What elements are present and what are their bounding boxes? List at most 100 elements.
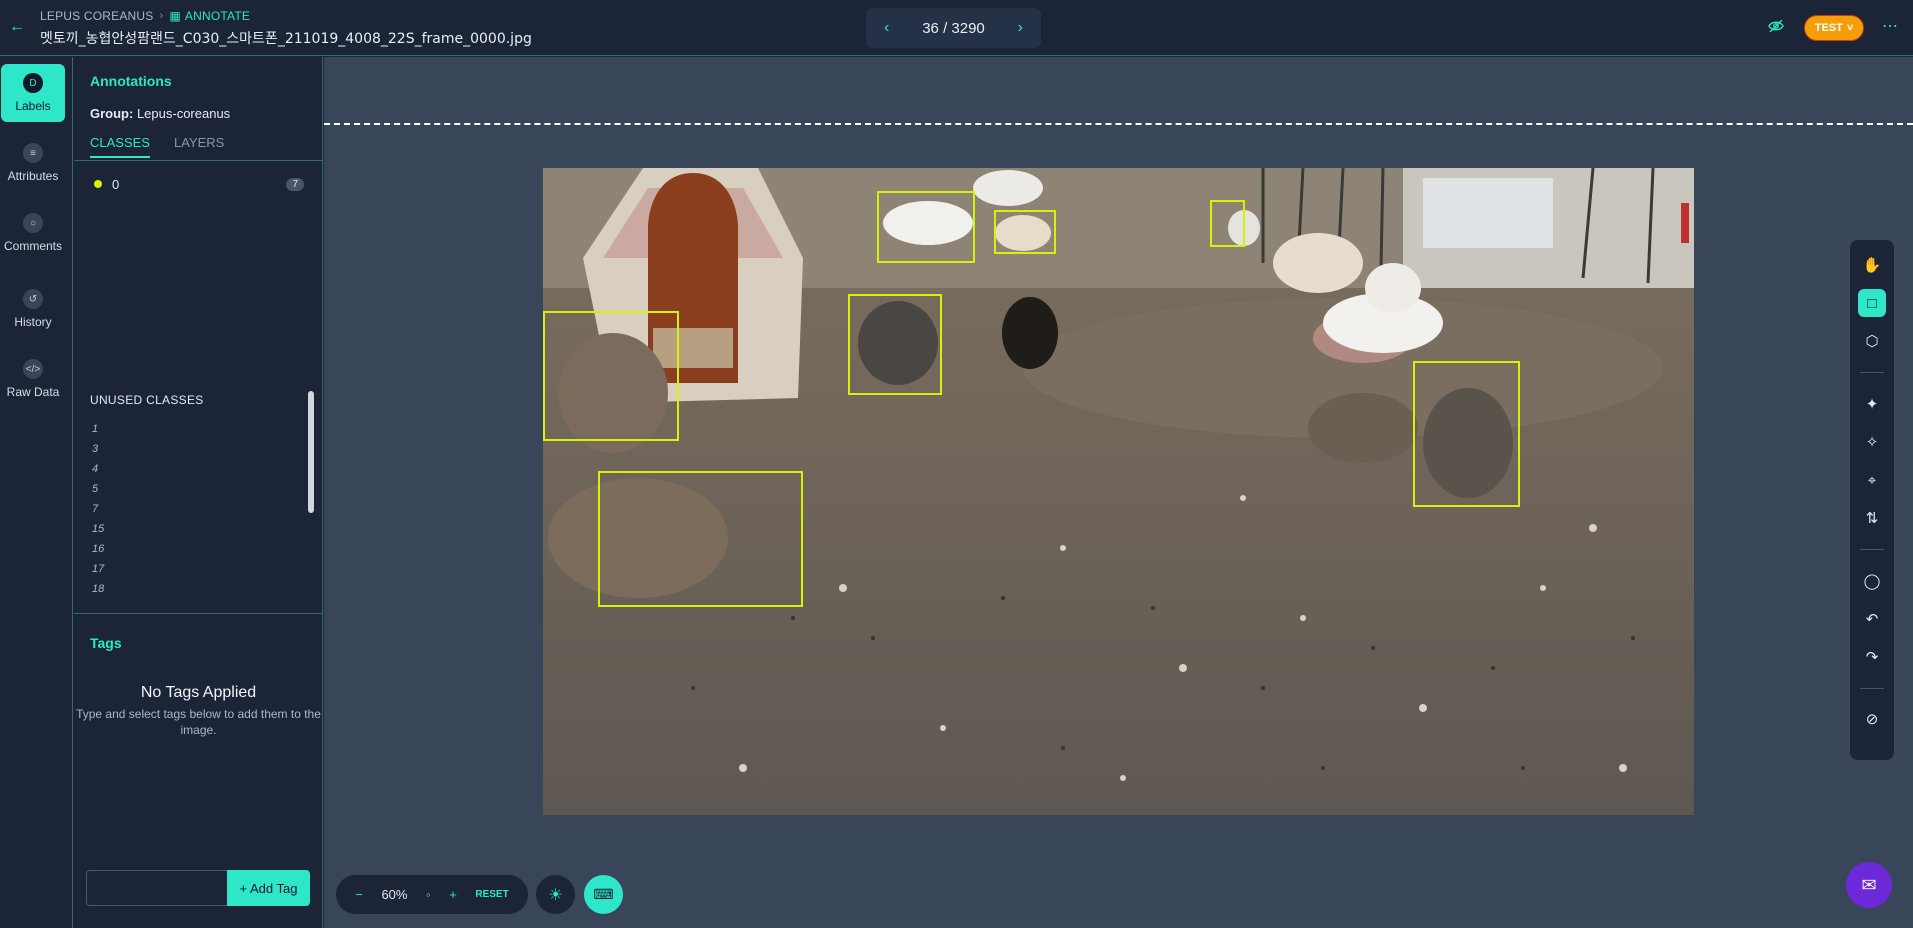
unused-class-item[interactable]: 16 bbox=[92, 539, 252, 559]
tag-input[interactable] bbox=[86, 870, 228, 906]
section-divider bbox=[74, 613, 323, 614]
unused-class-item[interactable]: 18 bbox=[92, 579, 252, 599]
bounding-box-icon[interactable]: □ bbox=[1858, 289, 1886, 317]
unused-classes-list: 1 3 4 5 7 15 16 17 18 bbox=[92, 419, 252, 599]
unused-class-item[interactable]: 7 bbox=[92, 499, 252, 519]
bounding-box[interactable] bbox=[994, 210, 1056, 254]
chevron-right-icon: › bbox=[159, 10, 164, 22]
rail-item-history[interactable]: ↺ History bbox=[0, 280, 66, 338]
class-item-0[interactable]: 0 7 bbox=[94, 175, 304, 193]
next-image-icon[interactable]: › bbox=[1018, 19, 1023, 37]
rail-item-comments[interactable]: ○ Comments bbox=[0, 204, 66, 262]
labels-icon: D bbox=[23, 73, 43, 93]
previous-image-icon[interactable]: ‹ bbox=[884, 19, 889, 37]
add-tag-button[interactable]: + Add Tag bbox=[227, 870, 310, 906]
panel-tabs: CLASSES LAYERS bbox=[90, 135, 224, 158]
left-nav-rail: D Labels ≡ Attributes ○ Comments ↺ Histo… bbox=[0, 57, 73, 928]
rail-item-label: Attributes bbox=[7, 169, 59, 183]
unused-class-item[interactable]: 1 bbox=[92, 419, 252, 439]
keypoint-icon[interactable]: ⌖ bbox=[1858, 466, 1886, 494]
tab-classes[interactable]: CLASSES bbox=[90, 135, 150, 158]
breadcrumb-project[interactable]: LEPUS COREANUS bbox=[40, 9, 154, 23]
rail-item-raw-data[interactable]: </> Raw Data bbox=[0, 350, 66, 408]
tags-title: Tags bbox=[90, 635, 122, 651]
unused-class-item[interactable]: 4 bbox=[92, 459, 252, 479]
tabs-divider bbox=[74, 160, 323, 161]
unused-class-item[interactable]: 3 bbox=[92, 439, 252, 459]
group-value: Lepus-coreanus bbox=[136, 106, 231, 121]
tool-palette: ✋ □ ⬡ ✦ ✧ ⌖ ⇅ ◯ ↶ ↷ ⊘ bbox=[1850, 240, 1894, 760]
bounding-box[interactable] bbox=[598, 471, 803, 607]
eye-off-icon[interactable] bbox=[1768, 18, 1784, 38]
no-tags-heading: No Tags Applied bbox=[140, 684, 257, 701]
rail-item-labels[interactable]: D Labels bbox=[1, 64, 65, 122]
zoom-level: 60% bbox=[381, 887, 408, 902]
bounding-box[interactable] bbox=[877, 191, 975, 263]
back-arrow-icon[interactable]: ← bbox=[8, 18, 26, 36]
magic-wand-icon[interactable]: ✧ bbox=[1858, 428, 1886, 456]
group-info: Group: Lepus-coreanus bbox=[90, 106, 230, 121]
pager-count: 36 / 3290 bbox=[922, 19, 985, 37]
annotations-panel: Annotations Group: Lepus-coreanus CLASSE… bbox=[74, 57, 323, 928]
class-count-badge: 7 bbox=[286, 177, 304, 191]
rail-item-attributes[interactable]: ≡ Attributes bbox=[0, 134, 66, 192]
undo-icon[interactable]: ↶ bbox=[1858, 605, 1886, 633]
chat-support-icon[interactable]: ✉ bbox=[1846, 862, 1892, 908]
unused-class-item[interactable]: 17 bbox=[92, 559, 252, 579]
pan-hand-icon[interactable]: ✋ bbox=[1858, 251, 1886, 279]
swap-icon[interactable]: ⇅ bbox=[1858, 504, 1886, 532]
tab-layers[interactable]: LAYERS bbox=[174, 135, 224, 158]
annotation-canvas[interactable] bbox=[324, 57, 1913, 928]
no-tags-message: No Tags Applied Type and select tags bel… bbox=[74, 684, 323, 738]
user-badge-label: TEST bbox=[1814, 22, 1843, 34]
lock-icon[interactable]: ◦ bbox=[426, 887, 431, 902]
toolbar-divider bbox=[1860, 688, 1884, 689]
redo-icon[interactable]: ↷ bbox=[1858, 643, 1886, 671]
zoom-in-icon[interactable]: + bbox=[449, 887, 457, 902]
bounding-box[interactable] bbox=[1210, 200, 1245, 247]
group-label: Group: bbox=[90, 106, 134, 121]
unused-class-item[interactable]: 5 bbox=[92, 479, 252, 499]
more-options-icon[interactable]: ⋯ bbox=[1882, 16, 1898, 36]
user-badge-button[interactable]: TEST ˅ bbox=[1804, 15, 1864, 41]
bounding-box[interactable] bbox=[1413, 361, 1520, 507]
comments-icon: ○ bbox=[23, 213, 43, 233]
rail-item-label: Comments bbox=[3, 239, 62, 253]
panel-scrollbar[interactable] bbox=[308, 391, 314, 513]
rail-item-label: Labels bbox=[15, 99, 51, 113]
annotate-icon: ▦ bbox=[169, 9, 181, 23]
toolbar-divider bbox=[1860, 549, 1884, 550]
auto-annotate-icon[interactable]: ✦ bbox=[1858, 390, 1886, 418]
raw-data-icon: </> bbox=[23, 359, 43, 379]
keyboard-shortcuts-icon[interactable]: ⌨ bbox=[584, 875, 623, 914]
class-name: 0 bbox=[112, 176, 120, 192]
bounding-box[interactable] bbox=[543, 311, 679, 441]
brightness-icon[interactable]: ☀ bbox=[536, 875, 575, 914]
unused-class-item[interactable]: 15 bbox=[92, 519, 252, 539]
chevron-down-icon: ˅ bbox=[1846, 22, 1854, 34]
rail-item-label: Raw Data bbox=[6, 385, 60, 399]
no-tags-text: Type and select tags below to add them t… bbox=[76, 707, 321, 737]
panel-title: Annotations bbox=[90, 73, 172, 89]
top-bar: ← LEPUS COREANUS › ▦ ANNOTATE 멧토끼_농협안성팜랜… bbox=[0, 0, 1913, 56]
polygon-icon[interactable]: ⬡ bbox=[1858, 327, 1886, 355]
image-pager: ‹ 36 / 3290 › bbox=[866, 8, 1041, 48]
toolbar-divider bbox=[1860, 372, 1884, 373]
bounding-box[interactable] bbox=[848, 294, 942, 395]
breadcrumb-annotate: ▦ ANNOTATE bbox=[169, 9, 250, 23]
reset-button[interactable]: RESET bbox=[475, 889, 508, 900]
file-name: 멧토끼_농협안성팜랜드_C030_스마트폰_211019_4008_22S_fr… bbox=[40, 31, 532, 47]
rail-item-label: History bbox=[14, 315, 52, 329]
attributes-icon: ≡ bbox=[23, 143, 43, 163]
hide-icon[interactable]: ⊘ bbox=[1858, 705, 1886, 733]
breadcrumb: LEPUS COREANUS › ▦ ANNOTATE bbox=[40, 9, 250, 23]
comment-icon[interactable]: ◯ bbox=[1858, 567, 1886, 595]
annotated-image[interactable] bbox=[543, 168, 1694, 815]
class-color-dot bbox=[94, 180, 102, 188]
zoom-out-icon[interactable]: − bbox=[355, 887, 363, 902]
dashed-guide-line bbox=[324, 123, 1913, 125]
unused-classes-title: UNUSED CLASSES bbox=[90, 393, 204, 407]
breadcrumb-mode: ANNOTATE bbox=[184, 9, 251, 23]
history-icon: ↺ bbox=[23, 289, 43, 309]
zoom-controls: − 60% ◦ + RESET bbox=[336, 875, 528, 914]
